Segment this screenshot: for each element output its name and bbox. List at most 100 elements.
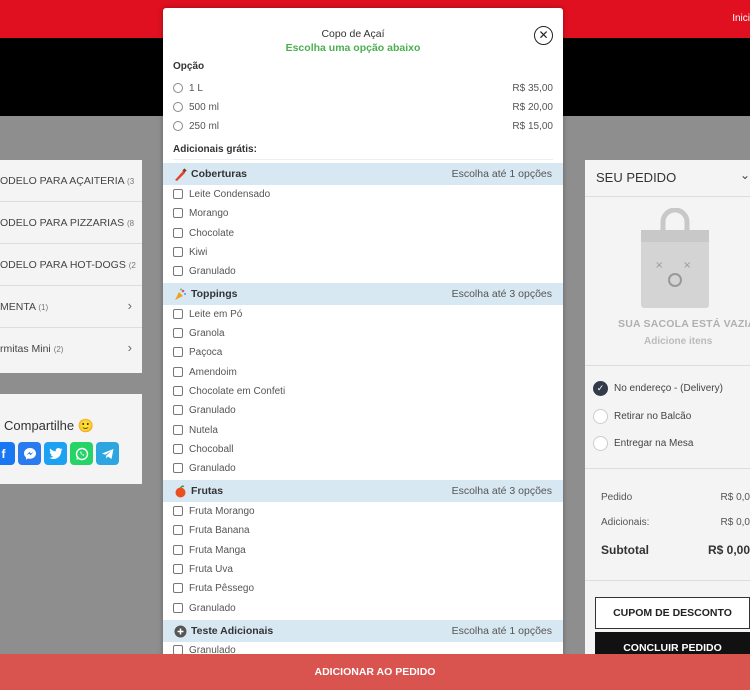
addon-label: Fruta Manga — [189, 544, 246, 556]
addon-checkbox[interactable]: Granulado — [173, 403, 236, 417]
addon-label: Amendoim — [189, 366, 237, 378]
option-section-label: Opção — [173, 61, 205, 72]
check-icon: ✓ — [593, 380, 608, 396]
messenger-icon[interactable] — [18, 442, 41, 465]
addon-checkbox[interactable]: Fruta Pêssego — [173, 581, 254, 595]
whatsapp-icon[interactable] — [70, 442, 93, 465]
addon-checkbox[interactable]: Fruta Uva — [173, 562, 233, 576]
size-option-label: 500 ml — [189, 101, 220, 113]
radio-icon — [173, 102, 183, 112]
coupon-button[interactable]: CUPOM DE DESCONTO — [595, 597, 750, 629]
close-icon[interactable]: ✕ — [534, 26, 553, 45]
addon-checkbox[interactable]: Chocolate em Confeti — [173, 384, 285, 398]
category-item[interactable]: ODELO PARA HOT-DOGS (2 — [0, 244, 142, 286]
checkbox-icon — [173, 525, 183, 535]
addon-checkbox[interactable]: Chocoball — [173, 442, 233, 456]
summary-label: Pedido — [601, 492, 633, 503]
divider — [173, 159, 553, 160]
subtotal-label: Subtotal — [601, 543, 649, 557]
delivery-option-label: No endereço - (Delivery) — [614, 382, 723, 394]
checkbox-icon — [173, 367, 183, 377]
size-option[interactable]: 1 L R$ 35,00 — [173, 81, 553, 95]
addon-checkbox[interactable]: Fruta Banana — [173, 523, 250, 537]
group-header-frutas: Frutas Escolha até 3 opções — [163, 480, 563, 502]
category-item[interactable]: ODELO PARA PIZZARIAS (8 — [0, 202, 142, 244]
radio-icon — [593, 408, 608, 424]
addon-checkbox[interactable]: Fruta Manga — [173, 543, 246, 557]
checkbox-icon — [173, 228, 183, 238]
nav-link-inicio[interactable]: Inici — [732, 13, 750, 24]
group-name: Frutas — [191, 485, 224, 497]
delivery-option[interactable]: ✓ No endereço - (Delivery) — [593, 380, 723, 396]
addon-checkbox[interactable]: Fruta Morango — [173, 504, 255, 518]
addon-checkbox[interactable]: Amendoim — [173, 365, 237, 379]
checkbox-icon — [173, 405, 183, 415]
empty-bag-icon: × × — [641, 208, 709, 308]
size-option-price: R$ 35,00 — [512, 82, 553, 94]
category-count: (1) — [38, 303, 49, 312]
category-label: ODELO PARA AÇAITERIA — [0, 175, 125, 187]
category-label: ODELO PARA HOT-DOGS — [0, 259, 126, 271]
size-option-label: 1 L — [189, 82, 203, 94]
addon-checkbox[interactable]: Kiwi — [173, 245, 207, 259]
group-limit: Escolha até 1 opções — [451, 625, 552, 637]
facebook-icon[interactable]: f — [0, 442, 15, 465]
telegram-icon[interactable] — [96, 442, 119, 465]
category-item[interactable]: ODELO PARA AÇAITERIA (3 — [0, 160, 142, 202]
checkbox-icon — [173, 189, 183, 199]
checkbox-icon — [173, 444, 183, 454]
size-option-price: R$ 20,00 — [512, 101, 553, 113]
summary-value: R$ 0,0 — [720, 517, 750, 528]
addon-label: Leite Condensado — [189, 188, 271, 200]
checkbox-icon — [173, 463, 183, 473]
addon-checkbox[interactable]: Leite Condensado — [173, 187, 270, 201]
addon-checkbox[interactable]: Granulado — [173, 461, 236, 475]
divider — [585, 468, 750, 469]
summary-subtotal: Subtotal R$ 0,00 — [601, 543, 750, 557]
category-label: ODELO PARA PIZZARIAS — [0, 217, 125, 229]
addon-label: Granulado — [189, 462, 236, 474]
addon-checkbox[interactable]: Morango — [173, 206, 228, 220]
addon-label: Granola — [189, 327, 225, 339]
twitter-icon[interactable] — [44, 442, 67, 465]
delivery-option[interactable]: Entregar na Mesa — [593, 435, 694, 451]
checkbox-icon — [173, 247, 183, 257]
size-option[interactable]: 250 ml R$ 15,00 — [173, 119, 553, 133]
addon-checkbox[interactable]: Leite em Pó — [173, 307, 242, 321]
chevron-right-icon: › — [127, 340, 132, 355]
svg-text:×: × — [655, 260, 663, 271]
empty-bag-title: SUA SACOLA ESTÁ VAZIA — [618, 318, 750, 330]
category-list: ODELO PARA AÇAITERIA (3 ODELO PARA PIZZA… — [0, 160, 142, 373]
addon-checkbox[interactable]: Granulado — [173, 264, 236, 278]
addon-checkbox[interactable]: Granulado — [173, 601, 236, 615]
plus-circle-icon — [174, 625, 187, 638]
divider — [585, 580, 750, 581]
delivery-option-label: Retirar no Balcão — [614, 410, 692, 422]
group-limit: Escolha até 1 opções — [451, 168, 552, 180]
summary-value: R$ 0,0 — [720, 492, 750, 503]
addon-checkbox[interactable]: Chocolate — [173, 226, 234, 240]
add-to-order-button[interactable]: ADICIONAR AO PEDIDO — [0, 654, 750, 690]
share-card: Compartilhe 🙂 — [0, 394, 142, 484]
addon-checkbox[interactable]: Granola — [173, 326, 225, 340]
delivery-option[interactable]: Retirar no Balcão — [593, 408, 691, 424]
chevron-down-icon[interactable]: ⌄ — [740, 168, 750, 182]
category-item[interactable]: MENTA (1) › — [0, 286, 142, 328]
summary-label: Adicionais: — [601, 517, 650, 528]
addon-label: Nutela — [189, 424, 218, 436]
sprinkles-icon — [174, 288, 187, 301]
checkbox-icon — [173, 603, 183, 613]
modal-subtitle: Escolha uma opção abaixo — [285, 42, 421, 54]
addon-label: Chocolate em Confeti — [189, 385, 286, 397]
checkbox-icon — [173, 266, 183, 276]
size-option[interactable]: 500 ml R$ 20,00 — [173, 100, 553, 114]
addon-checkbox[interactable]: Paçoca — [173, 345, 222, 359]
category-count: (3 — [127, 177, 135, 186]
order-title: SEU PEDIDO — [596, 170, 677, 185]
checkbox-icon — [173, 425, 183, 435]
category-item[interactable]: rmitas Mini (2) › — [0, 328, 142, 370]
addon-checkbox[interactable]: Nutela — [173, 423, 218, 437]
addon-label: Kiwi — [189, 246, 208, 258]
syrup-icon — [174, 167, 187, 181]
radio-icon — [173, 83, 183, 93]
